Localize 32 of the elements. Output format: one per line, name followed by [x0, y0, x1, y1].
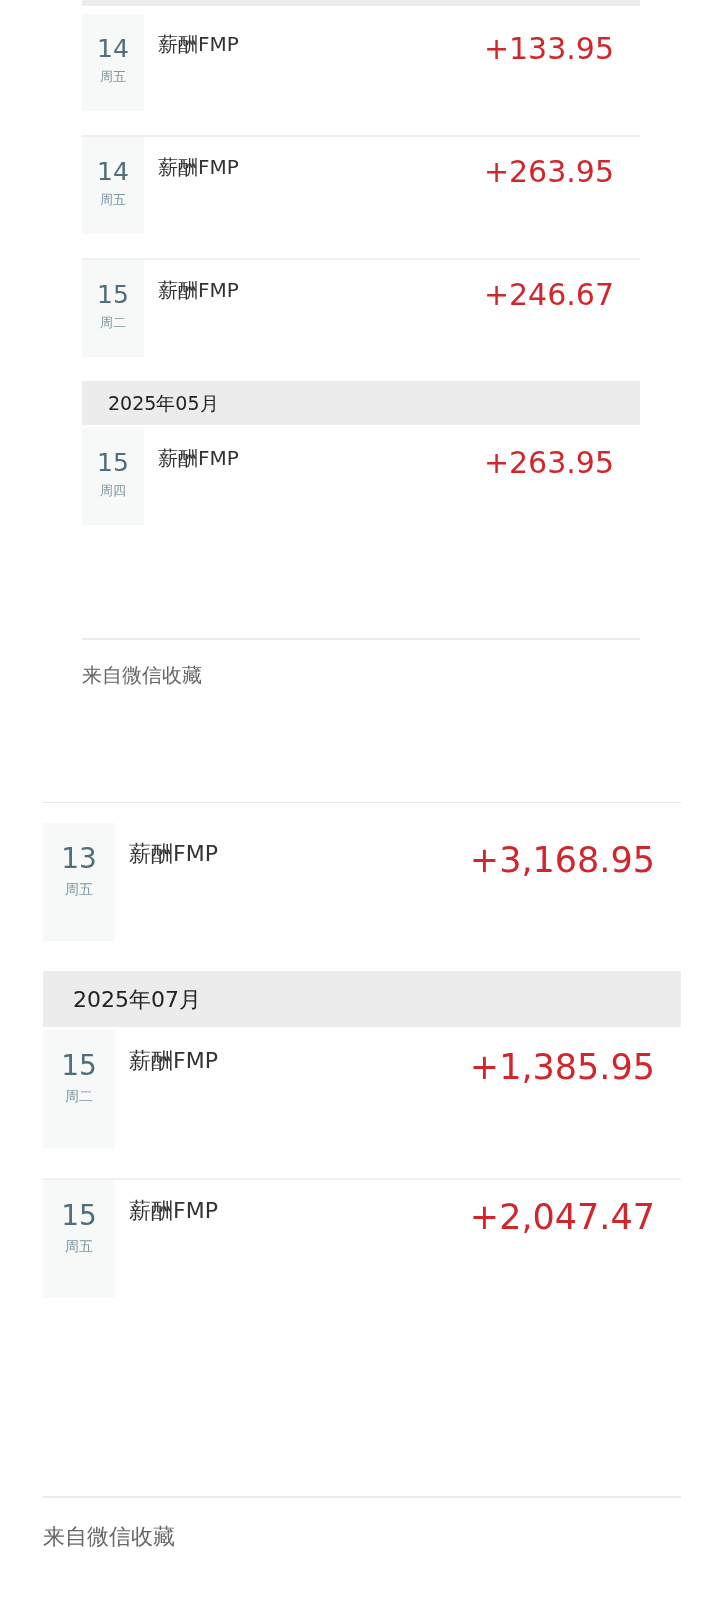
transaction-title: 薪酬FMP — [129, 1050, 218, 1075]
day-number: 14 — [97, 159, 129, 184]
weekday-label: 周二 — [100, 314, 126, 332]
day-number: 13 — [61, 845, 97, 873]
weekday-label: 周五 — [100, 191, 126, 209]
source-caption: 来自微信收藏 — [43, 1523, 176, 1551]
month-header: 2025年07月 — [43, 971, 681, 1027]
transaction-amount: +263.95 — [483, 157, 614, 191]
transaction-title: 薪酬FMP — [158, 448, 239, 472]
transaction-title: 薪酬FMP — [158, 34, 239, 58]
transaction-title: 薪酬FMP — [129, 1200, 218, 1225]
transaction-title: 薪酬FMP — [158, 280, 239, 304]
day-number: 15 — [97, 282, 129, 307]
day-number: 14 — [97, 36, 129, 61]
weekday-label: 周五 — [65, 1237, 93, 1256]
transaction-amount: +2,047.47 — [469, 1200, 655, 1239]
day-number: 15 — [61, 1202, 97, 1230]
transaction-amount: +246.67 — [483, 280, 614, 314]
weekday-label: 周二 — [65, 1087, 93, 1106]
month-header: 2025年05月 — [82, 381, 640, 425]
source-caption: 来自微信收藏 — [82, 662, 203, 689]
transaction-title: 薪酬FMP — [158, 157, 239, 181]
transaction-amount: +263.95 — [483, 448, 614, 482]
weekday-label: 周五 — [100, 68, 126, 86]
day-number: 15 — [61, 1052, 97, 1080]
transaction-amount: +3,168.95 — [469, 843, 655, 882]
transaction-amount: +133.95 — [483, 34, 614, 68]
day-number: 15 — [97, 450, 129, 475]
weekday-label: 周五 — [65, 880, 93, 899]
weekday-label: 周四 — [100, 482, 126, 500]
transaction-title: 薪酬FMP — [129, 843, 218, 868]
transaction-amount: +1,385.95 — [469, 1050, 655, 1089]
